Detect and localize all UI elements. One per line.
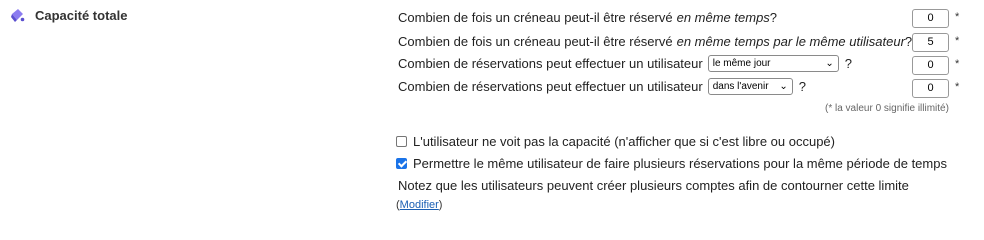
capacity-same-user-input[interactable]: 5: [912, 33, 949, 52]
paint-bucket-icon: [11, 9, 25, 22]
allow-multiple-checkbox[interactable]: [396, 158, 407, 169]
required-marker: *: [955, 35, 960, 47]
reservations-future-row: Combien de réservations peut effectuer u…: [398, 78, 806, 95]
modify-close-paren: ): [438, 199, 443, 211]
row-label: Combien de fois un créneau peut-il être …: [398, 10, 673, 25]
select-value: le même jour: [712, 58, 771, 69]
required-marker: *: [955, 58, 960, 70]
row-label-emphasis: en même temps: [676, 10, 770, 25]
zero-unlimited-hint: (* la valeur 0 signifie illimité): [825, 103, 949, 114]
select-value: dans l'avenir: [712, 81, 769, 92]
row-label-emphasis: en même temps par le même utilisateur: [676, 34, 905, 49]
section-title: Capacité totale: [35, 8, 128, 23]
required-marker: *: [955, 11, 960, 23]
hide-capacity-option[interactable]: L'utilisateur ne voit pas la capacité (n…: [396, 134, 835, 149]
allow-multiple-option[interactable]: Permettre le même utilisateur de faire p…: [396, 156, 947, 171]
reservations-per-day-row: Combien de réservations peut effectuer u…: [398, 55, 852, 72]
chevron-down-icon: ⌄: [825, 58, 834, 69]
capacity-simultaneous-row: Combien de fois un créneau peut-il être …: [398, 10, 777, 25]
period-select-future[interactable]: dans l'avenir ⌄: [707, 78, 793, 95]
reservations-per-day-input[interactable]: 0: [912, 56, 949, 75]
period-select-same-day[interactable]: le même jour ⌄: [707, 55, 839, 72]
capacity-simultaneous-input[interactable]: 0: [912, 9, 949, 28]
row-label-end: ?: [844, 56, 852, 71]
row-label: Combien de réservations peut effectuer u…: [398, 56, 703, 71]
chevron-down-icon: ⌄: [779, 81, 788, 92]
capacity-same-user-row: Combien de fois un créneau peut-il être …: [398, 34, 912, 49]
reservations-future-input[interactable]: 0: [912, 79, 949, 98]
allow-multiple-label[interactable]: Permettre le même utilisateur de faire p…: [413, 156, 947, 171]
row-label-end: ?: [798, 79, 806, 94]
row-label: Combien de fois un créneau peut-il être …: [398, 34, 673, 49]
modify-link-wrapper: (Modifier): [396, 199, 442, 211]
row-label: Combien de réservations peut effectuer u…: [398, 79, 703, 94]
modify-link[interactable]: Modifier: [400, 199, 439, 211]
row-label-end: ?: [769, 10, 778, 25]
required-marker: *: [955, 81, 960, 93]
hide-capacity-checkbox[interactable]: [396, 136, 407, 147]
hide-capacity-label[interactable]: L'utilisateur ne voit pas la capacité (n…: [413, 134, 835, 149]
multiple-accounts-note: Notez que les utilisateurs peuvent créer…: [398, 178, 909, 193]
